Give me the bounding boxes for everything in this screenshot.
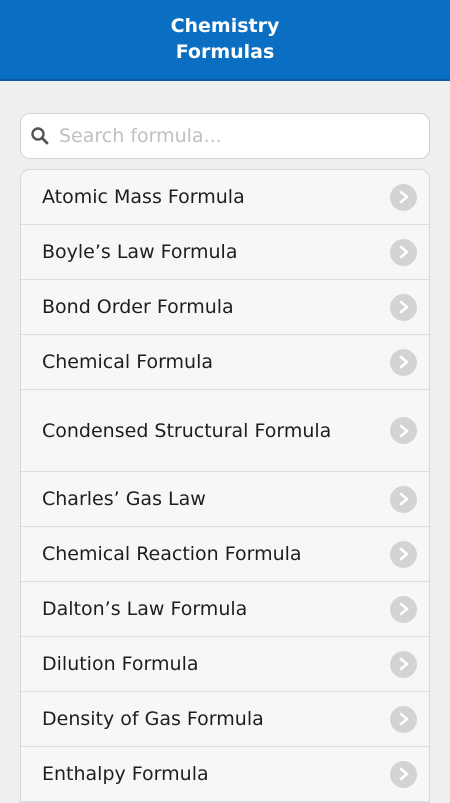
chevron-right-icon <box>390 705 417 733</box>
list-item[interactable]: Charles’ Gas Law <box>21 472 429 527</box>
list-item[interactable]: Enthalpy Formula <box>21 747 429 802</box>
chevron-right-icon <box>390 595 417 623</box>
list-item-label: Enthalpy Formula <box>42 763 209 785</box>
list-item-label: Atomic Mass Formula <box>42 186 245 208</box>
list-item[interactable]: Boyle’s Law Formula <box>21 225 429 280</box>
list-item[interactable]: Condensed Structural Formula <box>21 390 429 472</box>
list-item-label: Charles’ Gas Law <box>42 488 206 510</box>
list-item[interactable]: Density of Gas Formula <box>21 692 429 747</box>
list-item-label: Dalton’s Law Formula <box>42 598 248 620</box>
search-input[interactable] <box>59 125 399 147</box>
chevron-right-icon <box>390 540 417 568</box>
list-item-label: Dilution Formula <box>42 653 199 675</box>
chevron-right-icon <box>390 485 417 513</box>
list-item[interactable]: Bond Order Formula <box>21 280 429 335</box>
list-item-label: Condensed Structural Formula <box>42 419 332 442</box>
chevron-right-icon <box>390 417 417 444</box>
chevron-right-icon <box>390 183 417 211</box>
chevron-right-icon <box>390 760 417 788</box>
chevron-right-icon <box>390 238 417 266</box>
app-header: Chemistry Formulas <box>0 0 450 81</box>
chevron-right-icon <box>390 293 417 321</box>
list-item-label: Chemical Formula <box>42 351 214 373</box>
formula-list: Atomic Mass Formula Boyle’s Law Formula … <box>20 169 430 803</box>
list-item-label: Chemical Reaction Formula <box>42 543 302 565</box>
list-item[interactable]: Dilution Formula <box>21 637 429 692</box>
chevron-right-icon <box>390 650 417 678</box>
list-item[interactable]: Chemical Reaction Formula <box>21 527 429 582</box>
search-icon <box>23 113 57 159</box>
list-item-label: Boyle’s Law Formula <box>42 241 238 263</box>
list-item-label: Density of Gas Formula <box>42 708 264 730</box>
chevron-right-icon <box>390 348 417 376</box>
search-bar[interactable] <box>20 113 430 159</box>
list-item[interactable]: Dalton’s Law Formula <box>21 582 429 637</box>
page-title: Chemistry Formulas <box>170 15 280 63</box>
list-item[interactable]: Atomic Mass Formula <box>21 170 429 225</box>
list-item[interactable]: Chemical Formula <box>21 335 429 390</box>
list-item-label: Bond Order Formula <box>42 296 234 318</box>
